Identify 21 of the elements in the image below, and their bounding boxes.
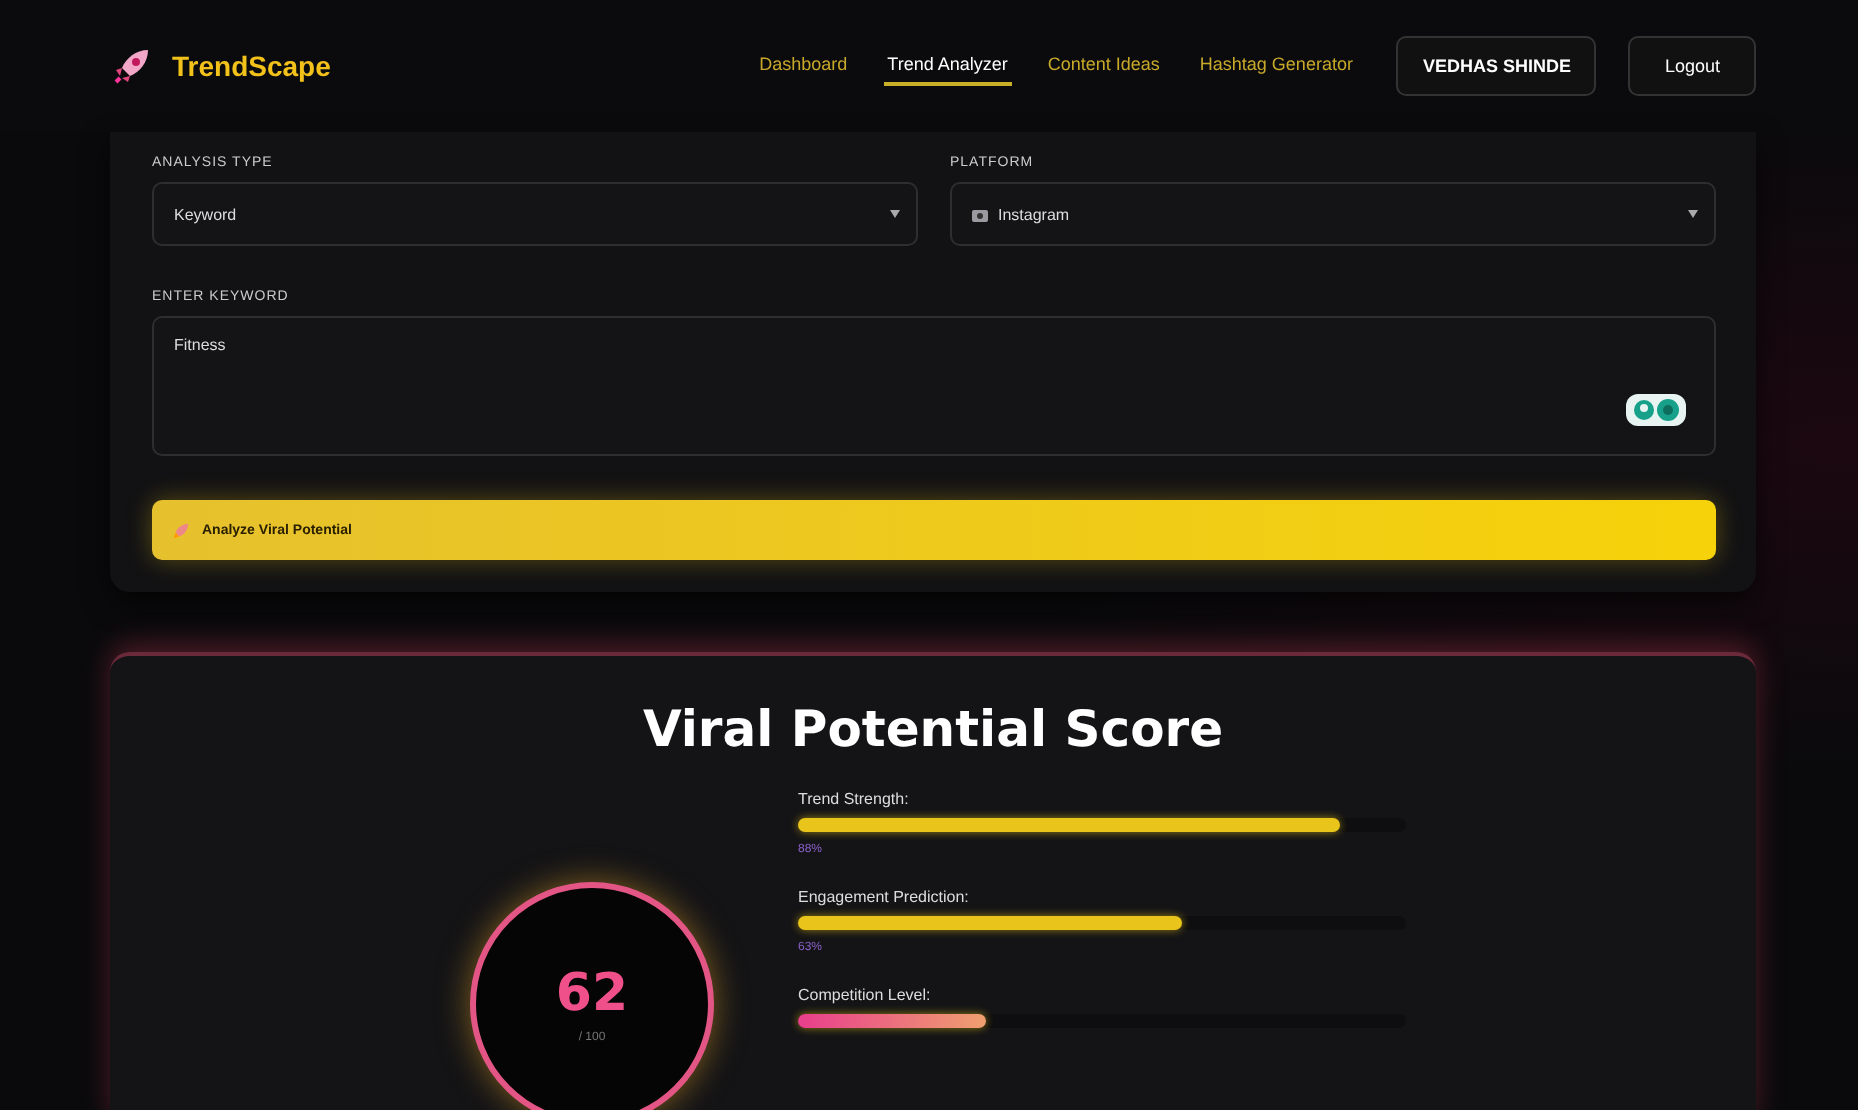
rocket-icon bbox=[172, 521, 190, 539]
metric-label: Competition Level: bbox=[798, 986, 933, 1004]
nav-link[interactable]: Trend Analyzer bbox=[883, 46, 1012, 86]
nav-link[interactable]: Content Ideas bbox=[1043, 46, 1164, 86]
brand-name[interactable]: TrendScape bbox=[172, 50, 331, 82]
analysis-type-select[interactable]: Keyword bbox=[152, 182, 918, 246]
nav-link[interactable]: Hashtag Generator bbox=[1195, 46, 1357, 86]
extension-icon[interactable] bbox=[1626, 394, 1686, 426]
camera-icon bbox=[972, 207, 988, 221]
metric-label: Trend Strength: bbox=[798, 790, 911, 808]
metric-label: Engagement Prediction: bbox=[798, 888, 971, 906]
caret-icon bbox=[1688, 210, 1698, 218]
score-value: 62 bbox=[555, 964, 629, 1024]
section-title: Viral Potential Score bbox=[640, 700, 1226, 758]
logout-button[interactable]: Logout bbox=[1628, 36, 1756, 96]
rocket-icon bbox=[112, 46, 152, 86]
keyword-input[interactable]: Fitness bbox=[152, 316, 1716, 456]
caret-icon bbox=[890, 210, 900, 218]
platform-select[interactable]: Instagram bbox=[950, 182, 1716, 246]
user-button[interactable]: VEDHAS SHINDE bbox=[1396, 36, 1597, 96]
nav-link[interactable]: Dashboard bbox=[755, 46, 852, 86]
